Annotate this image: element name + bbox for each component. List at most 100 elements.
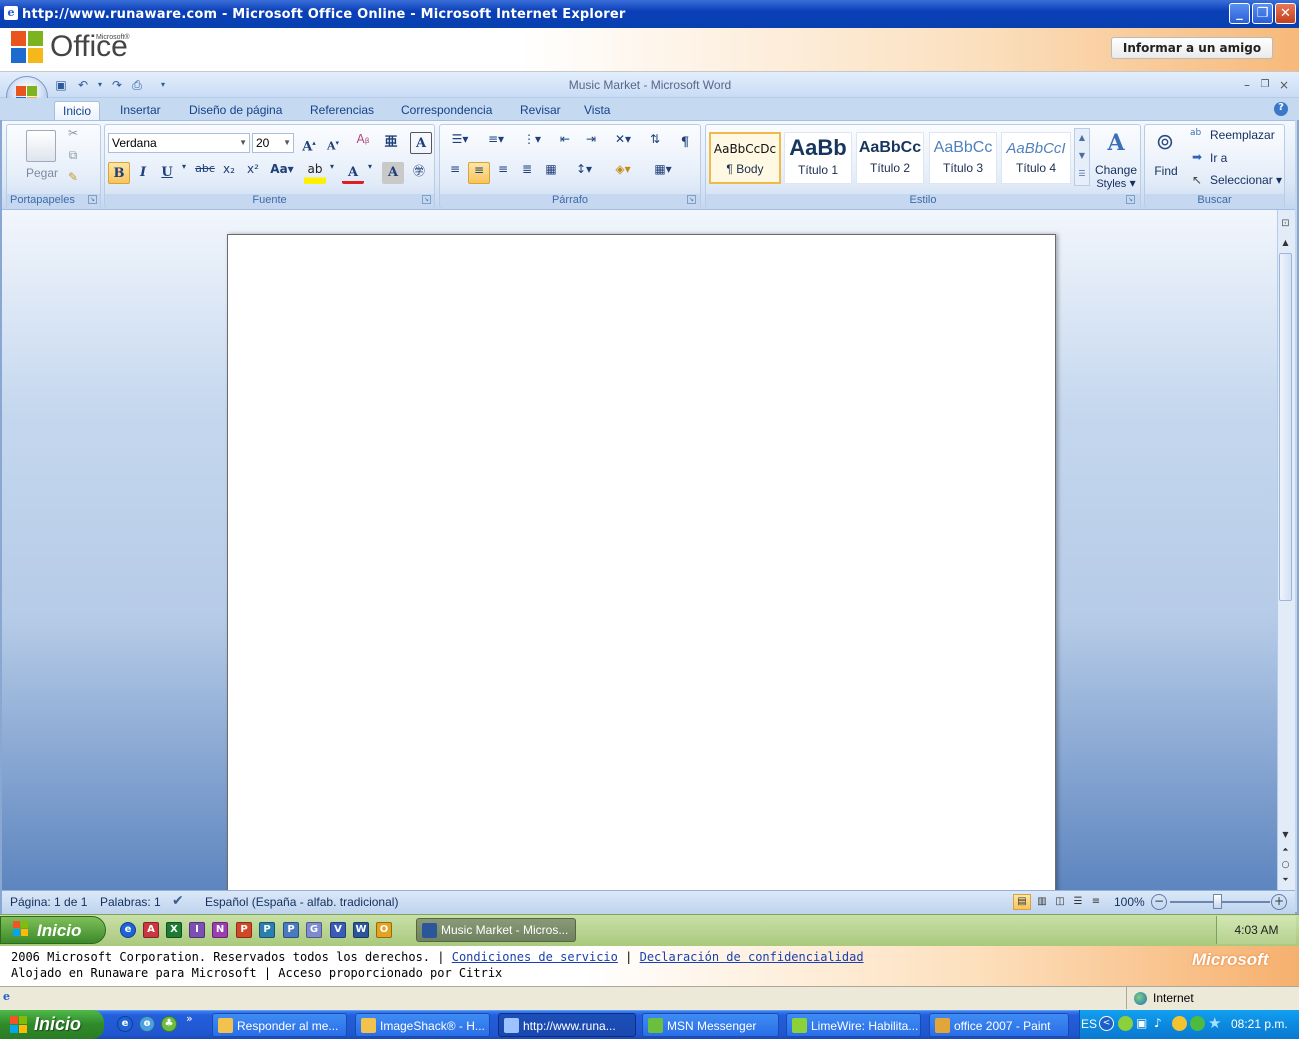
cut-icon[interactable]: ✂ [62,126,84,148]
volume-tray-icon[interactable]: ♪ [1154,1016,1169,1031]
borders-icon[interactable]: ▦▾ [646,162,680,184]
scroll-up-icon[interactable]: ▲ [1279,238,1292,250]
fuente-dialog-launcher-icon[interactable]: ↘ [422,195,431,204]
limewire-tray-icon[interactable] [1118,1016,1133,1031]
sort-icon[interactable]: ⇅ [644,132,666,154]
visio-quicklaunch-icon[interactable]: V [330,922,346,938]
zoom-out-icon[interactable]: − [1151,894,1167,910]
underline-button[interactable]: U [156,162,178,184]
publisher-quicklaunch-icon[interactable]: P [259,922,275,938]
word-quicklaunch-icon[interactable]: W [353,922,369,938]
tab-insertar[interactable]: Insertar [120,101,161,121]
document-page[interactable] [227,234,1056,894]
line-spacing-icon[interactable]: ↕▾ [568,162,600,184]
select-button[interactable]: Seleccionar ▾ [1210,173,1282,187]
scroll-down-icon[interactable]: ▼ [1279,830,1292,842]
outline-view-icon[interactable]: ☰ [1070,894,1086,910]
style-titulo-3[interactable]: AaBbCc Título 3 [929,132,997,184]
task-runaware[interactable]: http://www.runa... [498,1013,636,1037]
word-minimize-icon[interactable]: – [1240,78,1254,92]
change-case-icon[interactable]: Aa▾ [268,162,296,184]
align-right-button[interactable]: ≡ [492,162,514,184]
status-language[interactable]: Español (España - alfab. tradicional) [205,895,398,909]
task-msn[interactable]: MSN Messenger [642,1013,779,1037]
print-icon[interactable]: ⎙ [130,78,144,92]
scrollbar-thumb[interactable] [1279,253,1292,601]
undo-dropdown-icon[interactable]: ▾ [93,78,107,92]
style-titulo-2[interactable]: AaBbCc Título 2 [856,132,924,184]
increase-indent-icon[interactable]: ⇥ [580,132,602,154]
character-shading-icon[interactable]: A [382,162,404,184]
italic-button[interactable]: I [132,162,154,184]
zoom-slider-thumb[interactable] [1213,894,1222,909]
decrease-indent-icon[interactable]: ⇤ [554,132,576,154]
customize-qat-icon[interactable]: ▾ [156,78,170,92]
align-left-button[interactable]: ≡ [444,162,466,184]
clear-formatting-icon[interactable]: Aᵦ [352,132,374,154]
terms-link[interactable]: Condiciones de servicio [452,950,618,964]
save-icon[interactable]: ▣ [54,78,68,92]
security-tray-icon[interactable] [1172,1016,1187,1031]
show-formatting-marks-icon[interactable]: ¶ [674,132,696,154]
style-titulo-1[interactable]: AaBb Título 1 [784,132,852,184]
tell-a-friend-button[interactable]: Informar a un amigo [1111,37,1273,59]
print-layout-view-icon[interactable]: ▤ [1013,894,1031,910]
paste-icon[interactable] [26,130,56,162]
change-styles-icon[interactable]: A [1098,130,1134,158]
network-tray-icon[interactable]: ▣ [1136,1016,1151,1031]
next-page-icon[interactable]: ⏷ [1279,875,1292,887]
help-icon[interactable]: ? [1274,102,1288,116]
privacy-link[interactable]: Declaración de confidencialidad [640,950,864,964]
proofing-icon[interactable]: ✔ [172,893,184,909]
restore-icon[interactable]: ❐ [1252,3,1273,24]
style-titulo-4[interactable]: AaBbCcI Título 4 [1001,132,1071,184]
change-styles-button[interactable]: Change Styles ▾ [1092,164,1140,191]
word-close-icon[interactable]: × [1277,78,1291,92]
tab-correspondencia[interactable]: Correspondencia [401,101,492,121]
infopath-quicklaunch-icon[interactable]: I [189,922,205,938]
font-size-combo[interactable]: 20 ▼ [252,133,294,153]
font-name-combo[interactable]: Verdana ▼ [108,133,250,153]
strikethrough-button[interactable]: abc [194,162,216,184]
task-limewire[interactable]: LimeWire: Habilita... [786,1013,921,1037]
grow-font-icon[interactable]: A▴ [298,132,320,154]
copy-icon[interactable]: ⧉ [62,148,84,170]
align-center-button[interactable]: ≡ [468,162,490,184]
star-tray-icon[interactable]: ★ [1208,1014,1224,1032]
enclose-characters-icon[interactable]: ㊫ [408,162,430,184]
ie-quicklaunch-icon[interactable]: e [117,1016,133,1032]
ie-quicklaunch-icon[interactable]: e [120,922,136,938]
shrink-font-icon[interactable]: A▾ [322,132,344,154]
tab-vista[interactable]: Vista [584,101,610,121]
font-color-icon[interactable]: A [342,162,364,184]
subscript-button[interactable]: x₂ [218,162,240,184]
redo-icon[interactable]: ↷ [110,78,124,92]
phonetic-guide-icon[interactable]: 亜 [380,132,402,154]
outlook-quicklaunch-icon[interactable]: O [376,922,392,938]
bold-button[interactable]: B [108,162,130,184]
asian-layout-icon[interactable]: ✕▾ [608,132,638,154]
character-border-icon[interactable]: A [410,132,432,154]
tab-inicio[interactable]: Inicio [54,101,101,121]
underline-dropdown-icon[interactable]: ▾ [178,162,190,184]
minimize-icon[interactable]: _ [1229,3,1250,24]
format-painter-icon[interactable]: ✎ [62,170,84,192]
word-restore-icon[interactable]: ❐ [1258,78,1272,92]
highlight-dropdown-icon[interactable]: ▾ [326,162,338,184]
acrobat-quicklaunch-icon[interactable]: A [143,922,159,938]
styles-scroll[interactable]: ▲ ▼ ☰ [1074,128,1090,186]
font-color-dropdown-icon[interactable]: ▾ [364,162,376,184]
web-layout-view-icon[interactable]: ◫ [1052,894,1068,910]
zoom-in-icon[interactable]: + [1271,894,1287,910]
numbering-icon[interactable]: ≡▾ [480,132,512,154]
goto-button[interactable]: Ir a [1210,151,1227,165]
multilevel-list-icon[interactable]: ⋮▾ [516,132,548,154]
shading-icon[interactable]: ◈▾ [606,162,640,184]
excel-quicklaunch-icon[interactable]: X [166,922,182,938]
undo-icon[interactable]: ↶ [76,78,90,92]
ruler-toggle-icon[interactable]: ⊡ [1279,218,1292,232]
paste-label[interactable]: Pegar [24,166,60,180]
close-icon[interactable]: ✕ [1275,3,1296,24]
task-imageshack[interactable]: ImageShack® - H... [355,1013,490,1037]
task-paint[interactable]: office 2007 - Paint [929,1013,1069,1037]
